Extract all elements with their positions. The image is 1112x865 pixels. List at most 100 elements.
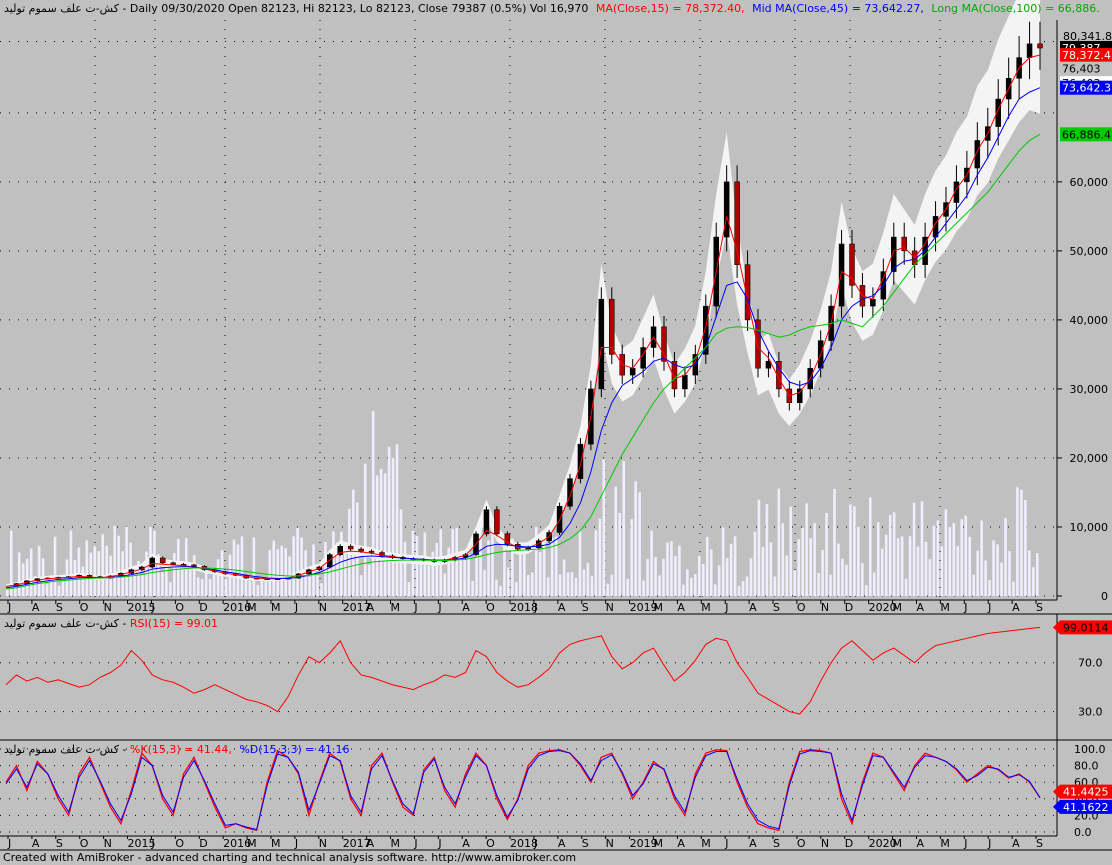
volume-bar — [391, 457, 395, 596]
candle-body — [368, 550, 375, 553]
volume-bar — [427, 565, 431, 596]
volume-bar — [694, 574, 697, 596]
volume-bar — [741, 581, 745, 596]
stoch-date-tick-label: J — [437, 837, 441, 850]
volume-bar — [841, 558, 844, 596]
price-tick-label: 30,000 — [1070, 383, 1109, 396]
volume-bar — [853, 506, 856, 596]
price-tick-label: 40,000 — [1070, 314, 1109, 327]
date-tick-label: S — [56, 601, 63, 614]
stoch-date-tick-label: J — [294, 837, 298, 850]
volume-bar — [399, 509, 403, 596]
volume-bar — [216, 559, 220, 596]
candle-body — [494, 509, 500, 535]
candle-body — [598, 298, 605, 390]
stoch-date-tick-label: A — [462, 837, 470, 850]
stoch-date-tick-label: D — [199, 837, 207, 850]
volume-bar — [471, 580, 474, 596]
stoch-date-tick-label: J — [963, 837, 967, 850]
stoch-date-tick-label: N — [821, 837, 829, 850]
volume-bar — [455, 527, 458, 596]
volume-bar — [415, 535, 419, 596]
volume-bar — [507, 567, 510, 596]
volume-bar — [105, 545, 109, 596]
price-axis: 80,341.8 010,00020,00030,00040,00050,000… — [1056, 20, 1112, 603]
volume-bar — [69, 530, 73, 596]
stoch-date-tick-label: M — [271, 837, 281, 850]
volume-bar — [387, 446, 391, 596]
volume-bar — [570, 572, 574, 596]
candle-body — [1026, 43, 1033, 58]
stoch-date-tick-label: O — [175, 837, 184, 850]
date-tick-label: A — [677, 601, 685, 614]
volume-bar — [956, 546, 960, 596]
volume-bar — [968, 536, 972, 596]
volume-bar — [192, 555, 196, 596]
volume-bar — [686, 569, 689, 596]
volume-bar — [1012, 581, 1015, 596]
rsi-value-label: 99.0114 — [1063, 621, 1109, 634]
stoch-pane: كش-ت علف سموم توليد - %K(15,3) = 41.44, … — [0, 739, 1112, 850]
volume-bar — [801, 527, 804, 596]
candle-body — [577, 443, 584, 479]
volume-bar — [125, 526, 128, 596]
volume-bar — [594, 530, 598, 596]
stoch-gridlines — [0, 748, 1057, 833]
volume-bar — [630, 519, 633, 596]
volume-bar — [908, 536, 912, 596]
date-tick-label: O — [486, 601, 495, 614]
volume-bar — [658, 575, 661, 596]
date-tick-label: N — [821, 601, 829, 614]
volume-bar — [491, 527, 494, 596]
price-pane: كش-ت علف سموم توليد - Daily 09/30/2020 O… — [0, 0, 1100, 614]
candle-body — [327, 554, 333, 568]
date-tick-label: J — [437, 601, 441, 614]
volume-bar — [161, 572, 164, 596]
rsi-pane: كش-ت علف سموم توليد - RSI(15) = 99.01 70… — [0, 613, 1112, 740]
volume-bar — [928, 559, 932, 596]
volume-bar — [992, 540, 995, 596]
volume-bar — [407, 581, 411, 596]
candle-body — [661, 326, 667, 362]
chart-canvas: كش-ت علف سموم توليد - Daily 09/30/2020 O… — [0, 0, 1112, 864]
volume-bar — [725, 558, 729, 596]
date-tick-label: M — [271, 601, 281, 614]
volume-bar — [618, 512, 622, 596]
volume-bar — [817, 572, 820, 596]
stoch-date-tick-label: J — [533, 837, 537, 850]
price-tick-label: 50,000 — [1070, 245, 1109, 258]
footer-credit: Created with AmiBroker - advanced charti… — [3, 851, 576, 864]
volume-bar — [459, 555, 462, 596]
candle-body — [170, 562, 176, 565]
stoch-d-line — [5, 750, 1041, 831]
volume-bar — [646, 558, 649, 596]
volume-bar — [320, 583, 323, 596]
volume-bar — [666, 542, 669, 596]
date-tick-label: J — [150, 601, 154, 614]
date-tick-label: M — [391, 601, 401, 614]
stoch-date-tick-label: N — [104, 837, 112, 850]
stoch-header: كش-ت علف سموم توليد - %K(15,3) = 41.44, … — [4, 743, 350, 756]
volume-bar — [363, 463, 367, 596]
volume-bar — [765, 504, 769, 596]
volume-bar — [21, 563, 25, 596]
volume-bar — [797, 539, 801, 596]
volume-bar — [924, 541, 928, 596]
stoch-date-tick-label: J — [150, 837, 154, 850]
volume-bar — [141, 573, 144, 596]
price-tick-label: 20,000 — [1070, 452, 1109, 465]
volume-bar — [499, 585, 502, 596]
volume-bar — [93, 546, 97, 596]
volume-bar — [85, 540, 89, 596]
volume-bar — [757, 499, 761, 596]
volume-bar — [25, 558, 29, 596]
volume-bar — [483, 569, 486, 596]
volume-bar — [805, 503, 808, 596]
date-tick-label: A — [558, 601, 566, 614]
stoch-date-tick-label: A — [677, 837, 685, 850]
volume-bar — [252, 537, 256, 596]
date-tick-label: A — [1012, 601, 1020, 614]
stoch-axis: 100.080.060.040.020.00.041.442541.1622 — [1053, 743, 1112, 839]
volume-bar — [383, 473, 387, 596]
volume-bar — [81, 566, 85, 596]
